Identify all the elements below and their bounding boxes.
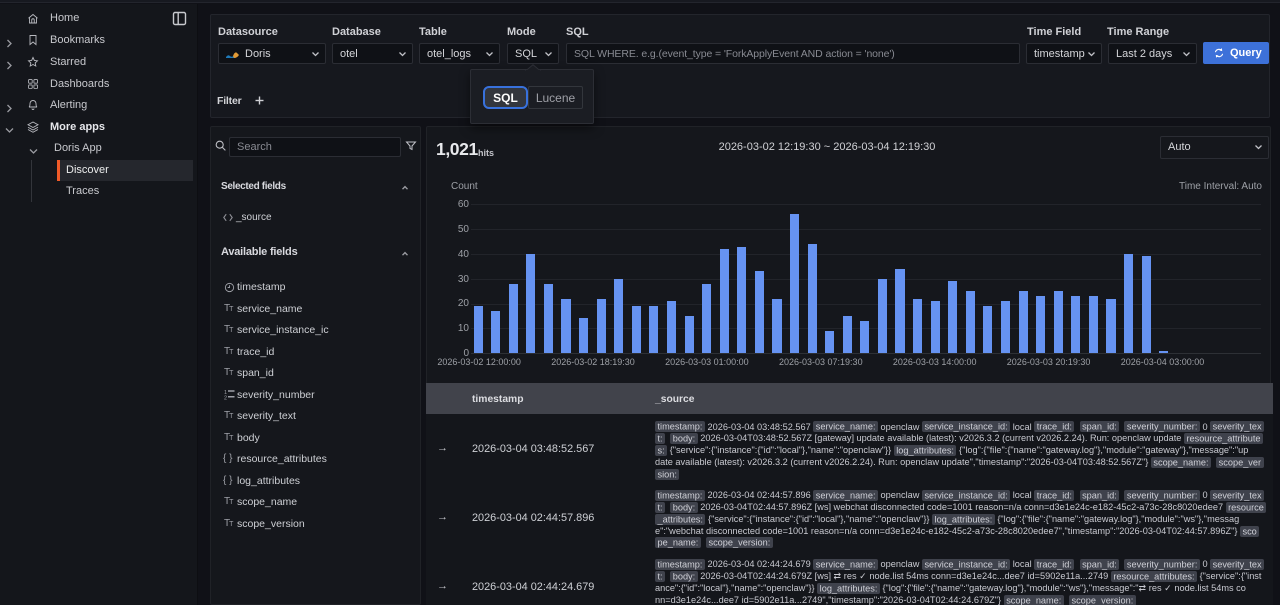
svg-text:2: 2 — [224, 396, 227, 401]
svg-text:1: 1 — [224, 390, 227, 396]
